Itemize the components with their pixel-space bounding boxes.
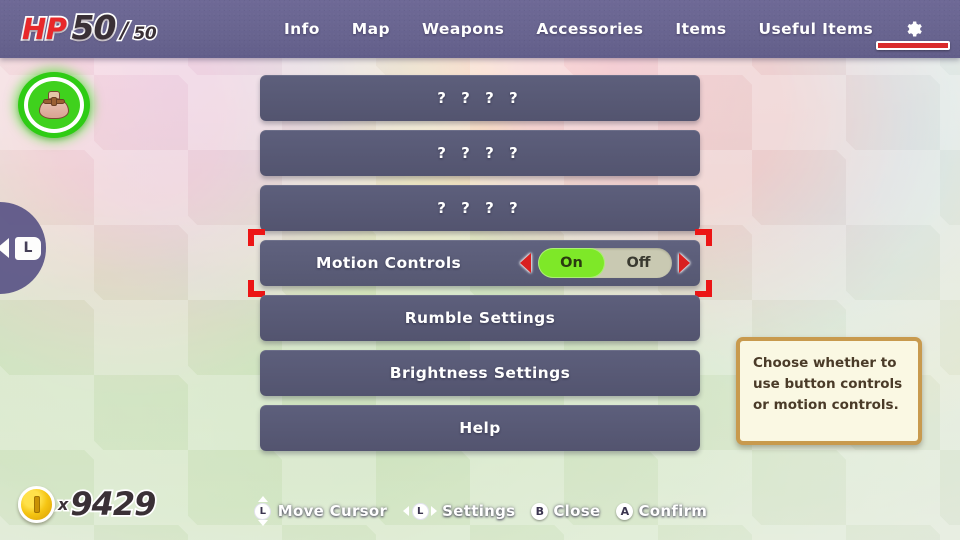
- sidebar-item-map[interactable]: Map: [336, 0, 406, 58]
- shoulder-button-l: L: [15, 236, 41, 260]
- stick-core-label-2: L: [411, 502, 429, 520]
- list-item[interactable]: ? ? ? ?: [260, 185, 700, 231]
- setting-row-rumble-settings[interactable]: Rumble Settings: [260, 295, 700, 341]
- hint-move-cursor: L Move Cursor: [253, 496, 387, 526]
- arrow-right-icon[interactable]: [679, 253, 690, 273]
- arrow-right-small-icon: [431, 506, 438, 516]
- nav-label-map: Map: [351, 20, 390, 38]
- bag-knot: [51, 97, 57, 106]
- option-on[interactable]: On: [538, 248, 605, 278]
- motion-controls-toggle: On Off: [520, 248, 690, 278]
- control-hints: L Move Cursor L Settings B Close A Confi…: [0, 496, 960, 526]
- sidebar-item-info[interactable]: Info: [268, 0, 336, 58]
- tooltip-text: Choose whether to use button controls or…: [753, 355, 903, 413]
- tooltip-box: Choose whether to use button controls or…: [736, 337, 922, 445]
- stick-core-label: L: [254, 502, 272, 520]
- setting-label-motion-controls: Motion Controls: [316, 254, 462, 272]
- arrow-left-small-icon: [403, 506, 410, 516]
- sidebar-item-weapons[interactable]: Weapons: [406, 0, 520, 58]
- stick-updown-icon: L: [253, 496, 273, 526]
- nav-label-weapons: Weapons: [421, 20, 505, 38]
- sidebar-item-accessories[interactable]: Accessories: [520, 0, 659, 58]
- motion-controls-segment-control[interactable]: On Off: [538, 248, 672, 278]
- row-label-locked-3: ? ? ? ?: [437, 199, 523, 217]
- main-nav: Info Map Weapons Accessories Items Usefu…: [268, 0, 951, 58]
- setting-row-motion-controls[interactable]: Motion Controls On Off: [248, 229, 712, 297]
- stick-leftright-icon: L: [403, 501, 438, 521]
- hint-label-close: Close: [553, 502, 601, 520]
- badge-inner: [24, 77, 84, 133]
- row-label-locked-2: ? ? ? ?: [437, 144, 523, 162]
- chevron-left-icon: [0, 238, 9, 258]
- hp-display: HP 50 / 50: [20, 6, 158, 49]
- game-settings-screen: HP 50 / 50 Info Map Weapons Accessories …: [0, 0, 960, 540]
- hp-separator: /: [119, 18, 130, 46]
- hp-current-value: 50: [70, 6, 118, 49]
- nav-label-accessories: Accessories: [536, 20, 644, 38]
- arrow-up-icon: [257, 496, 268, 502]
- active-tab-indicator: [876, 41, 951, 50]
- hint-close: B Close: [531, 502, 600, 520]
- pouch-badge: [18, 72, 90, 138]
- nav-label-info: Info: [284, 20, 320, 38]
- hp-label: HP: [20, 10, 68, 48]
- hint-label-settings: Settings: [442, 502, 516, 520]
- sidebar-item-useful-items[interactable]: Useful Items: [742, 0, 889, 58]
- row-label-help: Help: [459, 419, 501, 437]
- nav-label-useful-items: Useful Items: [758, 20, 874, 38]
- hint-label-move-cursor: Move Cursor: [277, 502, 388, 520]
- button-b-icon: B: [531, 502, 549, 520]
- setting-row-brightness-settings[interactable]: Brightness Settings: [260, 350, 700, 396]
- gear-icon: [903, 19, 923, 39]
- coin-bag-icon: [39, 91, 69, 119]
- tab-settings[interactable]: [876, 0, 951, 58]
- hint-settings: L Settings: [403, 501, 515, 521]
- setting-row-help[interactable]: Help: [260, 405, 700, 451]
- arrow-left-icon[interactable]: [520, 253, 531, 273]
- list-item[interactable]: ? ? ? ?: [260, 75, 700, 121]
- row-label-brightness-settings: Brightness Settings: [389, 364, 571, 382]
- hp-max-value: 50: [132, 23, 158, 46]
- hint-label-confirm: Confirm: [638, 502, 708, 520]
- list-item[interactable]: ? ? ? ?: [260, 130, 700, 176]
- hint-confirm: A Confirm: [616, 502, 707, 520]
- sidebar-item-items[interactable]: Items: [659, 0, 742, 58]
- settings-menu: ? ? ? ? ? ? ? ? ? ? ? ? Motion Controls …: [248, 75, 712, 460]
- arrow-down-icon: [257, 520, 268, 526]
- button-a-icon: A: [616, 502, 634, 520]
- nav-label-items: Items: [675, 20, 727, 38]
- row-label-locked-1: ? ? ? ?: [437, 89, 523, 107]
- row-label-rumble-settings: Rumble Settings: [404, 309, 556, 327]
- option-off[interactable]: Off: [605, 248, 672, 278]
